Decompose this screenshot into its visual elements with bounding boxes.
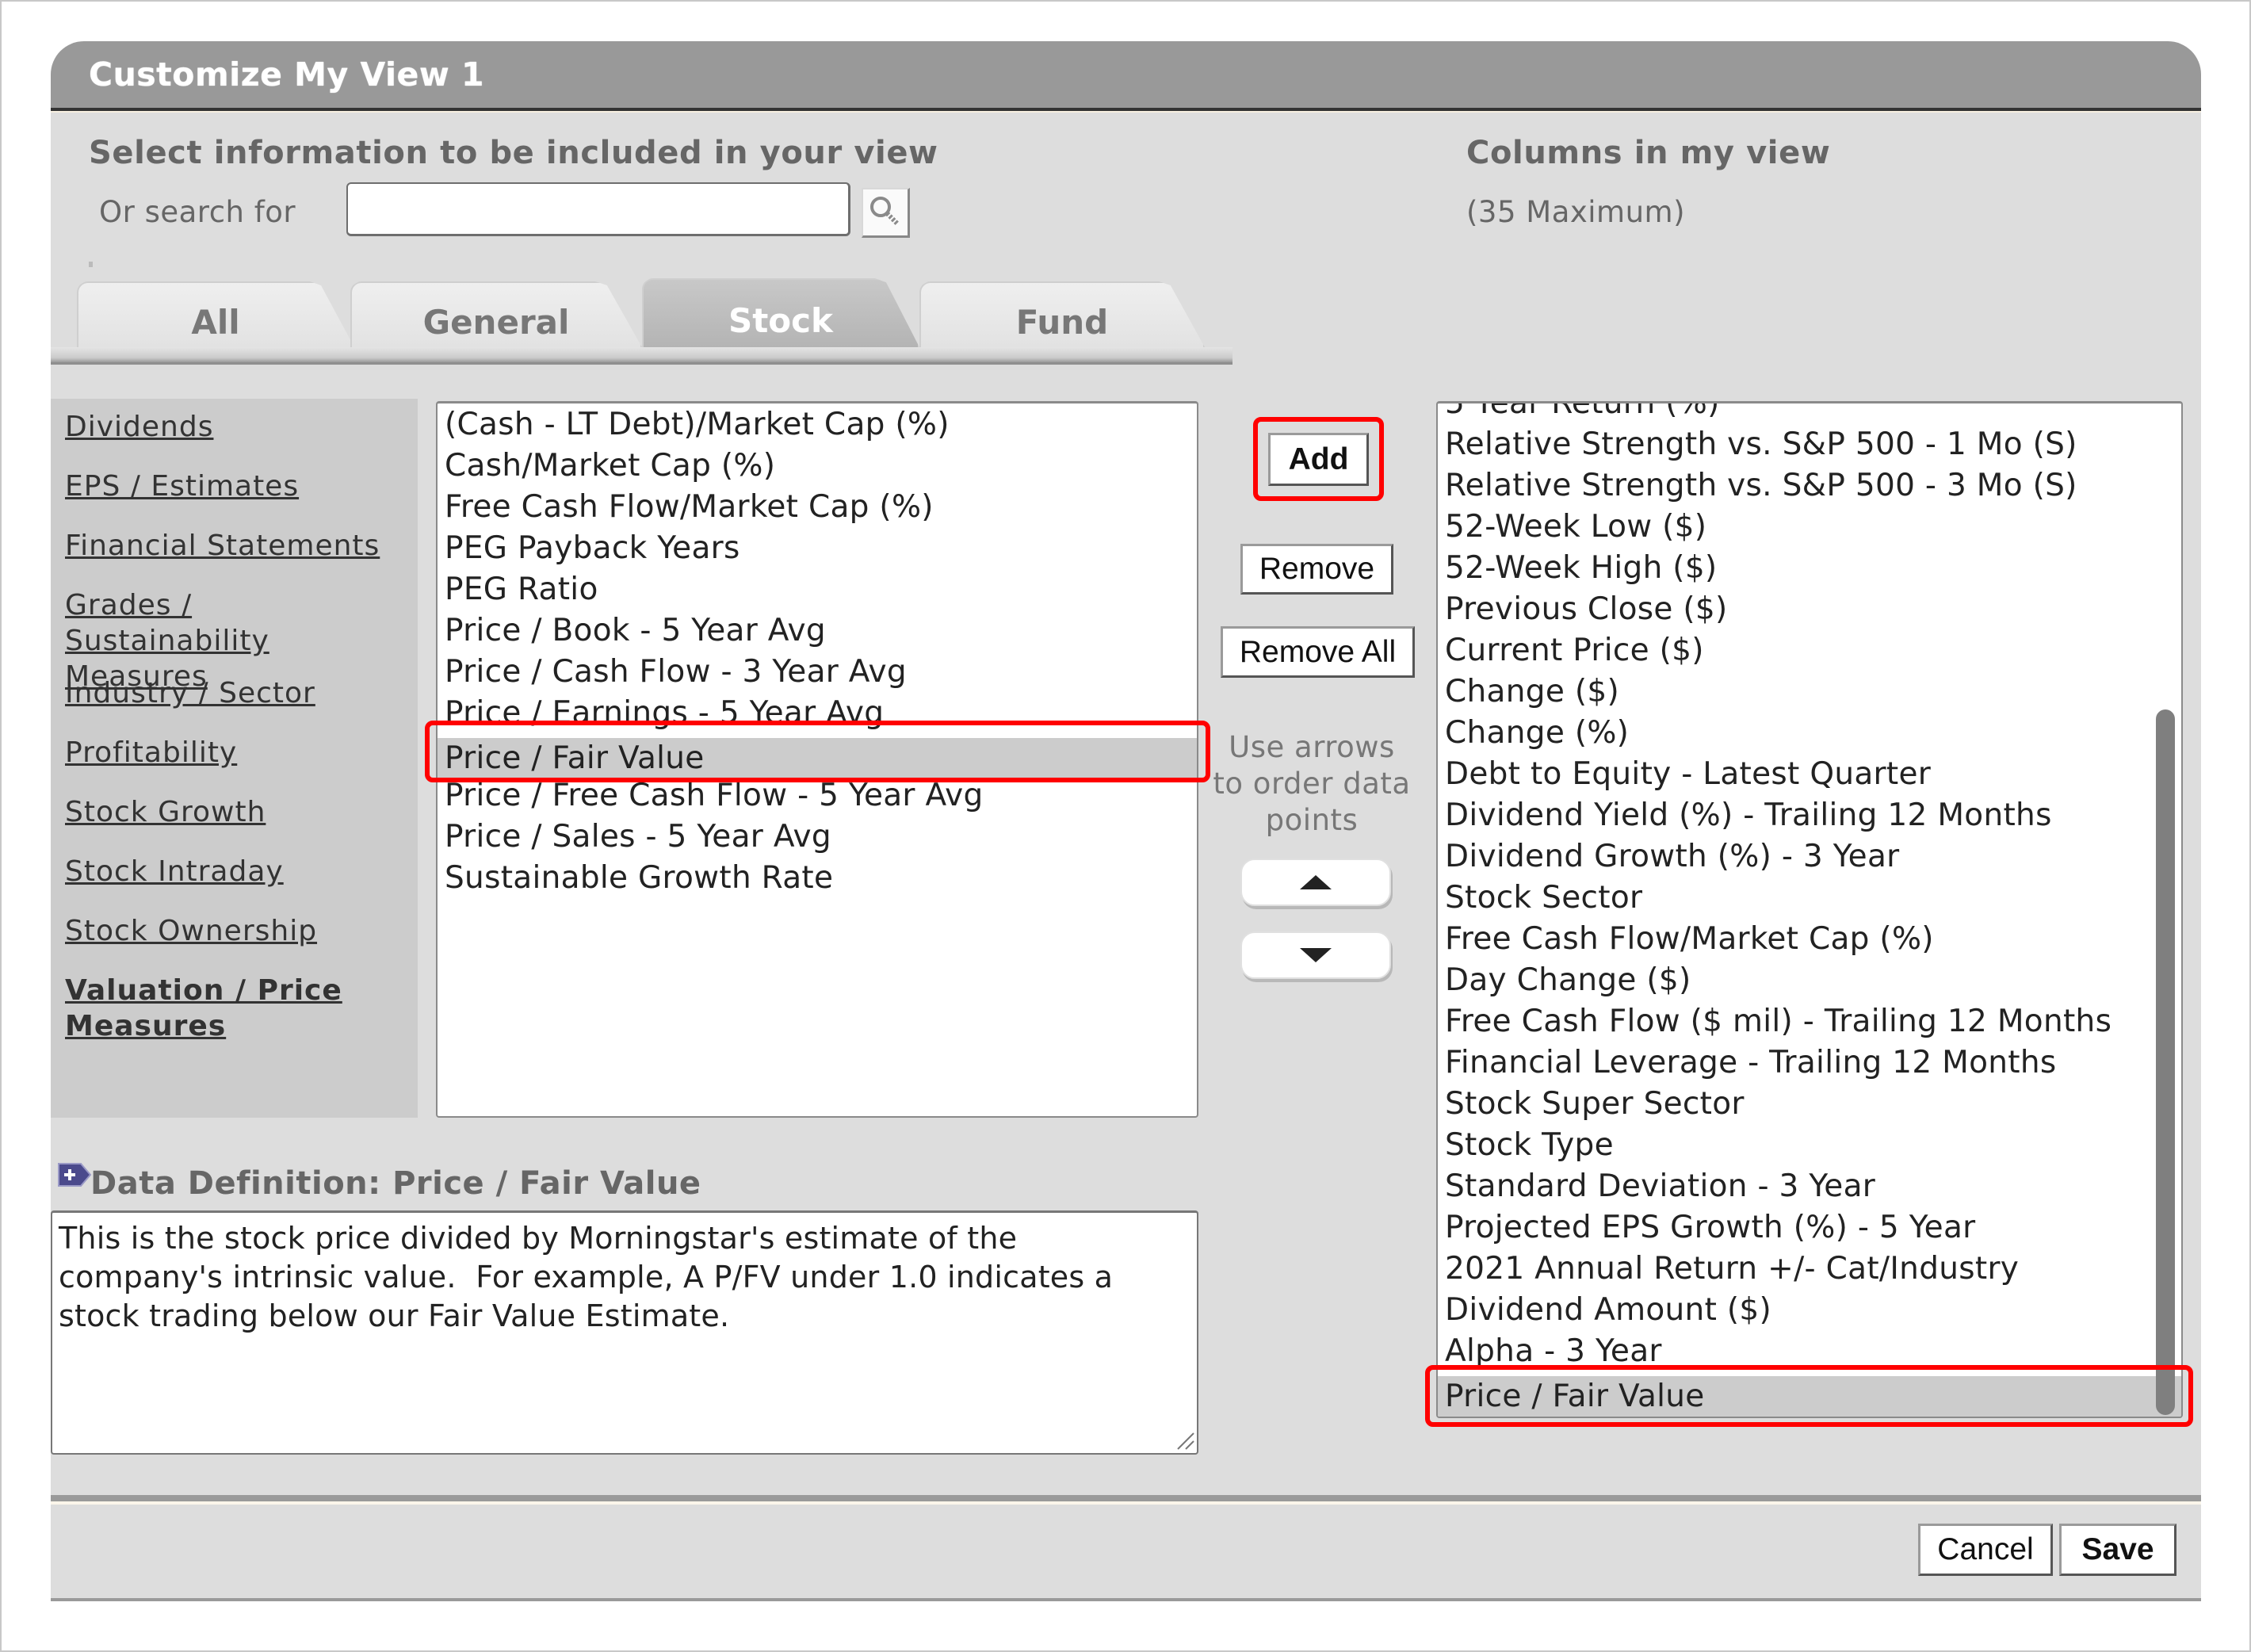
list-item[interactable]: Free Cash Flow/Market Cap (%) [1438, 919, 2181, 960]
tab-all[interactable]: All [77, 281, 354, 347]
sidebar-item-industry-sector[interactable]: Industry / Sector [65, 675, 414, 711]
list-item[interactable]: Dividend Amount ($) [1438, 1290, 2181, 1331]
list-item[interactable]: Price / Earnings - 5 Year Avg [438, 693, 1197, 734]
list-item[interactable]: Change ($) [1438, 671, 2181, 713]
remove-button[interactable]: Remove [1240, 544, 1393, 595]
move-up-button[interactable] [1240, 859, 1391, 906]
list-item[interactable]: Debt to Equity - Latest Quarter [1438, 754, 2181, 795]
available-data-points-list[interactable]: Cash/Market Cap (%) Free Cash Flow/Market… [436, 401, 1198, 1118]
sidebar-item-stock-intraday[interactable]: Stock Intraday [65, 854, 414, 889]
list-item[interactable]: Free Cash Flow/Market Cap (%) [438, 487, 1197, 528]
list-item[interactable]: Cash/Market Cap (%) [438, 446, 1197, 487]
remove-all-button[interactable]: Remove All [1221, 626, 1415, 678]
triangle-down-icon [1300, 948, 1332, 962]
list-item[interactable]: Stock Super Sector [1438, 1084, 2181, 1125]
list-item[interactable]: Stock Type [1438, 1125, 2181, 1166]
tab-general[interactable]: General [350, 281, 642, 347]
sidebar-item-stock-ownership[interactable]: Stock Ownership [65, 913, 414, 949]
list-item[interactable]: Alpha - 3 Year [1438, 1331, 2181, 1372]
list-item[interactable]: PEG Payback Years [438, 528, 1197, 569]
list-item[interactable]: Free Cash Flow ($ mil) - Trailing 12 Mon… [1438, 1001, 2181, 1042]
columns-heading: Columns in my view [1466, 135, 1831, 171]
category-sidebar: Dividends EPS / Estimates Financial Stat… [51, 399, 418, 1118]
list-item[interactable]: Price / Free Cash Flow - 5 Year Avg [438, 775, 1197, 816]
list-item[interactable]: (Cash - LT Debt)/Market Cap (%) [438, 404, 1197, 446]
dialog-title: Customize My View 1 [89, 55, 485, 94]
list-item[interactable]: Current Price ($) [1438, 630, 2181, 671]
list-item[interactable]: Relative Strength vs. S&P 500 - 1 Mo (S) [1438, 424, 2181, 465]
decorative-dot [89, 262, 93, 267]
list-item[interactable]: PEG Ratio [438, 569, 1197, 610]
list-item[interactable]: Change (%) [1438, 713, 2181, 754]
list-item[interactable]: 2021 Annual Return +/- Cat/Industry [1438, 1249, 2181, 1290]
list-item[interactable]: 5 Year Return (%) [1438, 403, 2181, 424]
magnifier-icon [870, 197, 900, 227]
customize-view-dialog: Customize My View 1 Select information t… [51, 41, 2201, 1601]
tab-fund[interactable]: Fund [919, 281, 1205, 347]
list-item[interactable]: 52-Week High ($) [1438, 548, 2181, 589]
list-item[interactable]: Sustainable Growth Rate [438, 858, 1197, 899]
resize-grip-icon[interactable] [1175, 1430, 1195, 1451]
sidebar-item-profitability[interactable]: Profitability [65, 735, 414, 771]
save-button[interactable]: Save [2059, 1524, 2176, 1576]
search-button[interactable] [862, 188, 910, 238]
expand-definition-icon[interactable] [57, 1161, 92, 1189]
cancel-button[interactable]: Cancel [1918, 1524, 2053, 1576]
list-item[interactable]: Relative Strength vs. S&P 500 - 3 Mo (S) [1438, 465, 2181, 507]
list-item[interactable]: Price / Fair Value [438, 738, 1197, 779]
list-item[interactable]: Day Change ($) [1438, 960, 2181, 1001]
list-item[interactable]: Financial Leverage - Trailing 12 Months [1438, 1042, 2181, 1084]
data-definition-text[interactable] [51, 1210, 1198, 1455]
tab-label: Fund [1015, 303, 1109, 342]
list-item[interactable]: Previous Close ($) [1438, 589, 2181, 630]
list-item[interactable]: Price / Fair Value [1438, 1376, 2181, 1417]
list-item[interactable]: Price / Sales - 5 Year Avg [438, 816, 1197, 858]
list-item[interactable]: Standard Deviation - 3 Year [1438, 1166, 2181, 1207]
sidebar-item-eps-estimates[interactable]: EPS / Estimates [65, 468, 414, 504]
tab-bar [51, 347, 1233, 365]
sidebar-item-stock-growth[interactable]: Stock Growth [65, 794, 414, 830]
list-item[interactable]: Dividend Growth (%) - 3 Year [1438, 836, 2181, 878]
triangle-up-icon [1300, 875, 1332, 889]
select-info-heading: Select information to be included in you… [89, 135, 938, 171]
tab-stock[interactable]: Stock [642, 278, 919, 347]
order-helper-text: Use arrows to order data points [1213, 730, 1411, 837]
max-columns-note: (35 Maximum) [1466, 195, 1686, 229]
list-item[interactable]: 52-Week Low ($) [1438, 507, 2181, 548]
search-input[interactable] [346, 182, 850, 236]
list-item[interactable]: Stock Sector [1438, 878, 2181, 919]
tab-label: All [191, 303, 240, 342]
move-down-button[interactable] [1240, 931, 1391, 979]
data-definition-heading: Data Definition: Price / Fair Value [90, 1165, 701, 1202]
selected-columns-list[interactable]: 5 Year Return (%) Relative Strength vs. S… [1436, 401, 2183, 1418]
tab-label: General [422, 303, 570, 342]
add-button[interactable]: Add [1268, 433, 1369, 486]
dialog-footer: Cancel Save [51, 1505, 2201, 1601]
dialog-header: Customize My View 1 [51, 41, 2201, 111]
footer-separator [51, 1495, 2201, 1505]
search-label: Or search for [99, 195, 296, 229]
list-item[interactable]: Price / Book - 5 Year Avg [438, 610, 1197, 652]
sidebar-item-valuation-price[interactable]: Valuation / Price Measures [65, 973, 350, 1044]
tab-label: Stock [728, 301, 833, 340]
columns-scrollbar-thumb[interactable] [2156, 709, 2175, 1415]
list-item[interactable]: Projected EPS Growth (%) - 5 Year [1438, 1207, 2181, 1249]
list-item[interactable]: Dividend Yield (%) - Trailing 12 Months [1438, 795, 2181, 836]
category-tabs: All General Stock Fund [51, 278, 1233, 365]
list-item[interactable]: Price / Cash Flow - 3 Year Avg [438, 652, 1197, 693]
sidebar-item-dividends[interactable]: Dividends [65, 409, 414, 445]
sidebar-item-financial-statements[interactable]: Financial Statements [65, 528, 414, 564]
